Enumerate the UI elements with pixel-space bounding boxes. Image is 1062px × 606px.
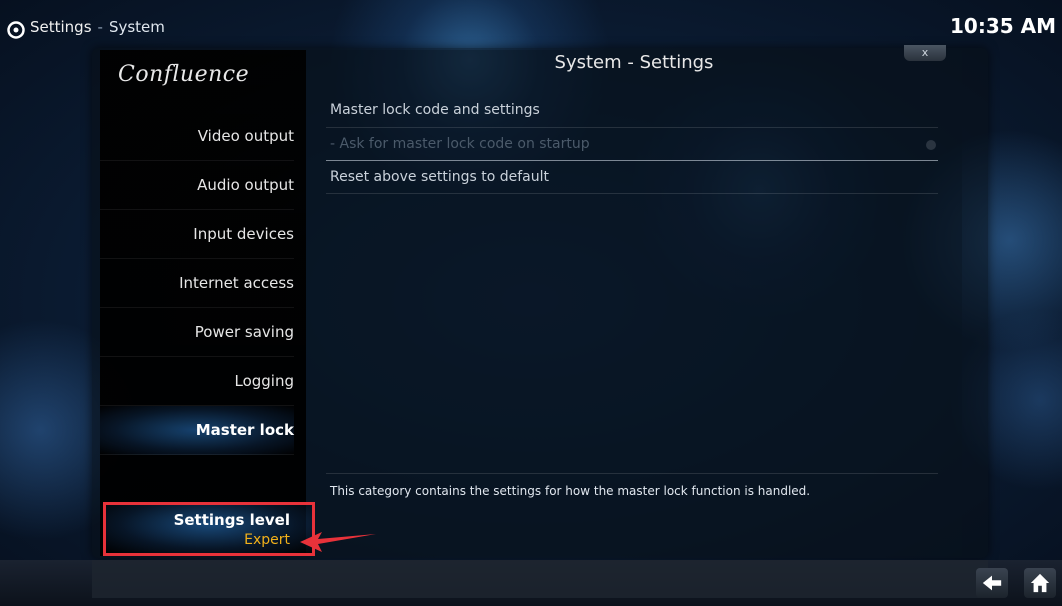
home-icon xyxy=(1030,573,1050,593)
content-area xyxy=(306,50,962,556)
settings-level-button[interactable]: Settings level Expert xyxy=(103,502,315,556)
divider xyxy=(326,473,938,474)
breadcrumb: Settings - System xyxy=(30,18,165,36)
settings-level-value: Expert xyxy=(244,532,290,548)
sidebar-item-master-lock[interactable]: Master lock xyxy=(100,406,294,455)
setting-master-lock-code[interactable]: Master lock code and settings xyxy=(330,102,540,118)
top-bar: Settings - System 10:35 AM xyxy=(0,8,1062,46)
sidebar-item-internet-access[interactable]: Internet access xyxy=(100,259,294,308)
sidebar-item-label: Audio output xyxy=(197,176,294,194)
home-button[interactable] xyxy=(1024,568,1056,598)
toggle-indicator-icon[interactable] xyxy=(926,140,936,150)
sidebar-item-label: Logging xyxy=(234,372,294,390)
breadcrumb-separator: - xyxy=(97,18,103,36)
clock: 10:35 AM xyxy=(949,14,1056,38)
settings-level-label: Settings level xyxy=(173,511,290,529)
confluence-logo: Confluence xyxy=(118,62,250,87)
divider xyxy=(326,193,938,194)
setting-reset-defaults[interactable]: Reset above settings to default xyxy=(330,169,549,185)
sidebar-item-power-saving[interactable]: Power saving xyxy=(100,308,294,357)
sidebar-item-label: Internet access xyxy=(179,274,294,292)
gear-icon xyxy=(7,21,25,39)
sidebar-item-audio-output[interactable]: Audio output xyxy=(100,161,294,210)
close-button[interactable]: x xyxy=(904,45,946,61)
category-description: This category contains the settings for … xyxy=(330,484,811,498)
sidebar-item-label: Power saving xyxy=(194,323,294,341)
divider xyxy=(326,160,938,161)
setting-ask-master-lock-startup[interactable]: - Ask for master lock code on startup xyxy=(330,136,590,152)
dialog-title: System - Settings xyxy=(554,52,714,73)
sidebar-item-label: Input devices xyxy=(193,225,294,243)
sidebar-item-logging[interactable]: Logging xyxy=(100,357,294,406)
sidebar-item-label: Video output xyxy=(197,127,294,145)
annotation-arrow-icon xyxy=(300,532,376,552)
breadcrumb-page: System xyxy=(108,18,165,36)
sidebar-item-label: Master lock xyxy=(195,421,294,439)
divider xyxy=(326,127,938,128)
back-arrow-icon xyxy=(982,575,1002,591)
sidebar-item-video-output[interactable]: Video output xyxy=(100,112,294,161)
sidebar-item-input-devices[interactable]: Input devices xyxy=(100,210,294,259)
bottom-bar-panel xyxy=(92,560,988,598)
breadcrumb-section: Settings xyxy=(30,18,92,36)
back-button[interactable] xyxy=(976,568,1008,598)
